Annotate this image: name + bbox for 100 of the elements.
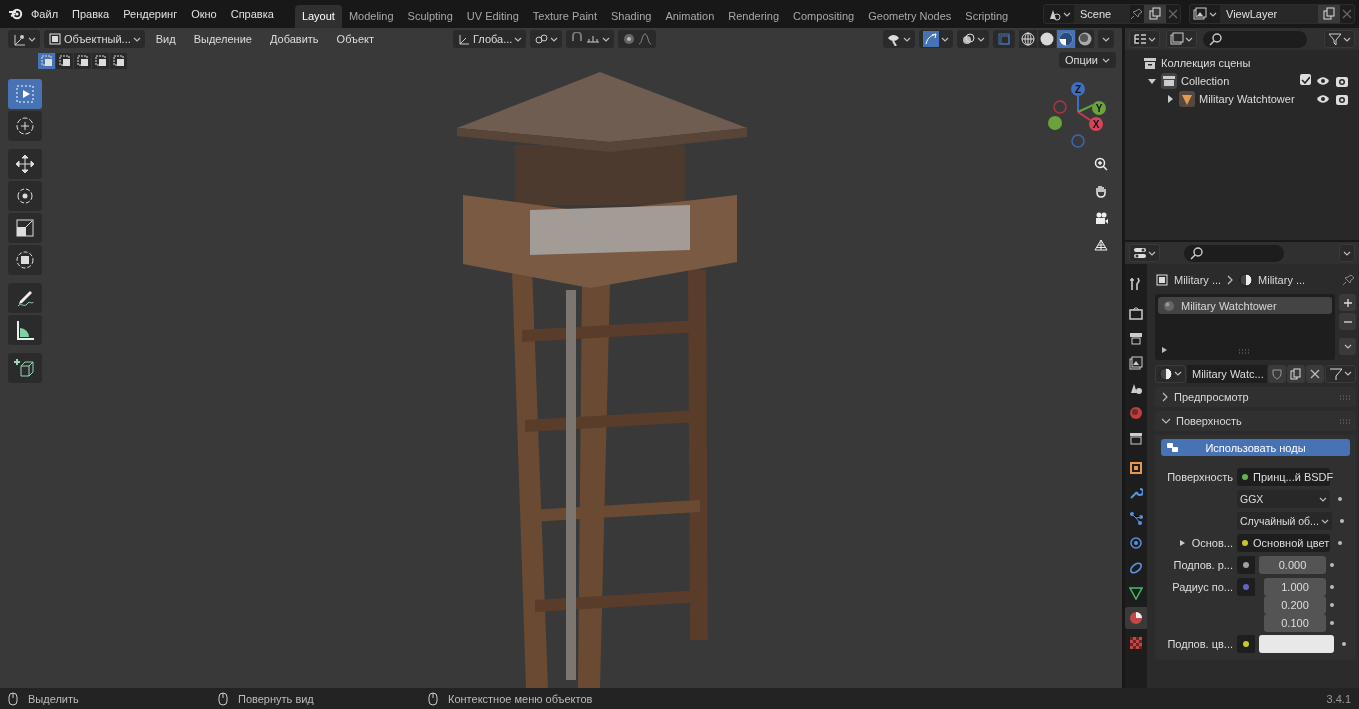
- editor-type-button[interactable]: [1129, 244, 1160, 262]
- keyframe-dot[interactable]: [1330, 603, 1334, 607]
- options-dropdown[interactable]: Опции: [1058, 52, 1116, 68]
- tool-button[interactable]: [8, 245, 42, 275]
- keyframe-dot[interactable]: [1330, 621, 1334, 625]
- add-slot-button[interactable]: [1339, 294, 1356, 311]
- socket-dot[interactable]: [1243, 641, 1249, 647]
- panel-header[interactable]: Предпросмотр: [1155, 387, 1356, 407]
- select-mode-button[interactable]: [74, 53, 91, 69]
- grip-dots-icon[interactable]: [1340, 394, 1350, 400]
- dropdown[interactable]: Случайный об...: [1237, 512, 1332, 530]
- keyframe-dot[interactable]: [1330, 585, 1334, 589]
- editor-type-button[interactable]: [8, 30, 40, 48]
- fake-user-button[interactable]: [1268, 364, 1286, 383]
- select-mode-button[interactable]: [92, 53, 109, 69]
- socket-dot[interactable]: [1242, 474, 1248, 480]
- workspace-tab[interactable]: Sculpting: [400, 5, 460, 28]
- material-slot[interactable]: Military Watchtower: [1158, 297, 1332, 314]
- mode-dropdown[interactable]: Объектный...: [44, 30, 145, 48]
- menu-item[interactable]: Выделение: [186, 33, 259, 45]
- snap-button[interactable]: [566, 30, 615, 48]
- keyframe-dot[interactable]: [1338, 497, 1342, 501]
- material-slot-list[interactable]: Military Watchtower: [1155, 294, 1335, 360]
- grip-dots-icon[interactable]: [1239, 349, 1249, 354]
- number-field[interactable]: 0.200: [1264, 596, 1326, 614]
- z-axis-handle[interactable]: Z: [1071, 82, 1085, 96]
- display-mode-button[interactable]: [1129, 30, 1160, 48]
- menu-item[interactable]: Рендеринг: [116, 8, 185, 20]
- blender-logo-icon[interactable]: [8, 6, 24, 22]
- shading-mode-button[interactable]: [1019, 30, 1037, 48]
- keyframe-dot[interactable]: [1330, 563, 1334, 567]
- grip-dots-icon[interactable]: [1340, 418, 1350, 424]
- tool-button[interactable]: [8, 283, 42, 313]
- properties-tab[interactable]: [1125, 607, 1147, 629]
- socket-dot[interactable]: [1242, 540, 1248, 546]
- menu-item[interactable]: Правка: [65, 8, 117, 20]
- workspace-tab[interactable]: Layout: [294, 5, 342, 28]
- expand-triangle-icon[interactable]: [1178, 539, 1186, 547]
- expand-toggle[interactable]: [1147, 76, 1157, 86]
- select-mode-button[interactable]: [110, 53, 127, 69]
- pin-icon[interactable]: [1342, 273, 1356, 287]
- shading-options-button[interactable]: [1098, 30, 1114, 48]
- shading-mode-button[interactable]: [1038, 30, 1056, 48]
- keyframe-dot[interactable]: [1339, 519, 1344, 523]
- unlink-button[interactable]: [1306, 364, 1324, 383]
- options-button[interactable]: [1339, 244, 1355, 262]
- tool-button[interactable]: [8, 149, 42, 179]
- workspace-tab[interactable]: Texture Paint: [525, 5, 604, 28]
- proportional-edit-button[interactable]: [618, 30, 657, 48]
- tool-button[interactable]: [8, 315, 42, 345]
- socket-dot[interactable]: [1243, 562, 1249, 568]
- menu-item[interactable]: Справка: [223, 8, 281, 20]
- render-camera-icon[interactable]: [1335, 92, 1349, 106]
- workspace-tab[interactable]: Animation: [658, 5, 722, 28]
- number-field[interactable]: 0.000: [1259, 556, 1326, 574]
- workspace-tab[interactable]: Compositing: [786, 5, 862, 28]
- breadcrumb-item[interactable]: Military ...: [1174, 274, 1222, 286]
- workspace-tab[interactable]: Rendering: [721, 5, 787, 28]
- material-browse-button[interactable]: [1155, 364, 1186, 383]
- y-axis-handle[interactable]: Y: [1092, 101, 1106, 115]
- search-field[interactable]: [1203, 30, 1307, 48]
- menu-item[interactable]: Добавить: [262, 33, 326, 45]
- keyframe-dot[interactable]: [1338, 541, 1342, 545]
- tool-button[interactable]: [8, 181, 42, 211]
- eye-icon[interactable]: [1316, 92, 1330, 106]
- menu-item[interactable]: Объект: [329, 33, 382, 45]
- workspace-tab[interactable]: Shading: [604, 5, 659, 28]
- expand-toggle[interactable]: [1165, 94, 1175, 104]
- tool-button[interactable]: [8, 213, 42, 243]
- negative-x-handle[interactable]: [1053, 100, 1067, 114]
- material-name-field[interactable]: Military Watc...: [1187, 364, 1267, 383]
- tool-button[interactable]: [8, 353, 42, 383]
- search-field[interactable]: [1184, 244, 1284, 262]
- socket-dot[interactable]: [1243, 584, 1249, 590]
- render-camera-icon[interactable]: [1335, 74, 1349, 88]
- number-field[interactable]: 0.100: [1264, 614, 1326, 632]
- outliner-item[interactable]: Collection: [1181, 75, 1230, 87]
- visibility-button[interactable]: [883, 30, 915, 48]
- panel-header[interactable]: Поверхность: [1155, 411, 1356, 431]
- filter-view-layer-button[interactable]: [1166, 30, 1197, 48]
- shading-mode-button[interactable]: [1057, 30, 1075, 48]
- workspace-tab[interactable]: UV Editing: [459, 5, 526, 28]
- link-type-button[interactable]: [1325, 364, 1356, 383]
- shading-mode-button[interactable]: [1076, 30, 1094, 48]
- number-field[interactable]: 1.000: [1264, 578, 1326, 596]
- menu-item[interactable]: Окно: [184, 8, 224, 20]
- filter-button[interactable]: [1324, 30, 1355, 48]
- menu-item[interactable]: Файл: [24, 8, 66, 20]
- shader-link-field[interactable]: Основной цвет: [1237, 534, 1330, 552]
- color-swatch[interactable]: [1259, 635, 1334, 653]
- x-axis-handle[interactable]: X: [1089, 117, 1103, 131]
- use-nodes-button[interactable]: Использовать ноды: [1161, 439, 1350, 456]
- gizmo-toggle[interactable]: [919, 30, 953, 48]
- negative-z-handle[interactable]: [1071, 134, 1085, 148]
- select-mode-button[interactable]: [56, 53, 73, 69]
- dropdown[interactable]: GGX: [1237, 490, 1330, 508]
- expand-triangle-icon[interactable]: [1161, 346, 1168, 354]
- eye-icon[interactable]: [1316, 74, 1330, 88]
- negative-y-handle[interactable]: [1048, 116, 1062, 130]
- orientation-dropdown[interactable]: Глоба...: [453, 30, 527, 48]
